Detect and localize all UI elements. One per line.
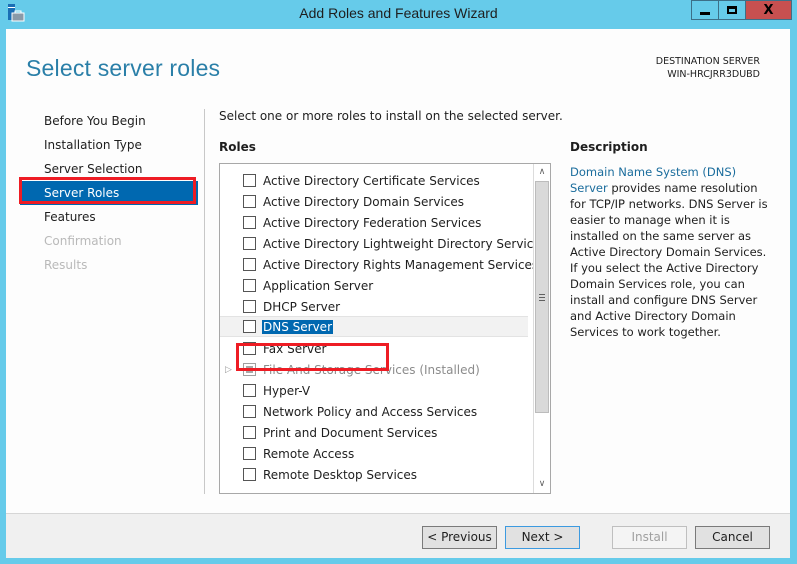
install-button: Install [612,526,687,549]
role-row[interactable]: Active Directory Federation Services [220,212,528,233]
maximize-icon [727,6,737,14]
role-row[interactable]: DHCP Server [220,296,528,317]
wizard-nav: Before You Begin Installation Type Serve… [20,109,198,277]
scroll-down-arrow-icon[interactable]: ∨ [534,476,550,493]
role-row-selected[interactable]: DNS Server [220,316,528,337]
nav-item-installation-type[interactable]: Installation Type [20,133,198,157]
grip-icon [539,293,545,301]
cancel-button[interactable]: Cancel [695,526,770,549]
role-row[interactable]: Application Server [220,275,528,296]
page-title: Select server roles [26,55,221,81]
roles-heading: Roles [219,140,256,154]
role-label: Active Directory Certificate Services [263,173,480,188]
role-row[interactable]: Active Directory Lightweight Directory S… [220,233,547,254]
expand-triangle-icon[interactable]: ▷ [225,365,233,375]
scroll-up-arrow-icon[interactable]: ∧ [534,164,550,181]
role-checkbox[interactable] [243,279,256,292]
role-label: File And Storage Services (Installed) [263,362,480,377]
role-label: Active Directory Domain Services [263,194,465,209]
role-label: Remote Desktop Services [263,467,418,482]
role-checkbox[interactable] [243,342,256,355]
role-row[interactable]: ▷ File And Storage Services (Installed) [220,359,528,380]
destination-server-name: WIN-HRCJRR3DUBD [667,69,760,80]
role-row[interactable]: Fax Server [220,338,528,359]
nav-item-server-roles[interactable]: Server Roles [20,181,198,205]
role-label: Active Directory Federation Services [263,215,482,230]
role-label: Remote Access [263,446,355,461]
previous-button[interactable]: < Previous [422,526,497,549]
destination-label: DESTINATION SERVER [655,56,760,67]
role-checkbox[interactable] [243,468,256,481]
instruction-text: Select one or more roles to install on t… [219,109,563,123]
description-body: provides name resolution for TCP/IP netw… [570,181,768,339]
nav-item-server-selection[interactable]: Server Selection [20,157,198,181]
role-checkbox[interactable] [243,405,256,418]
role-checkbox[interactable] [243,384,256,397]
role-label: Print and Document Services [263,425,438,440]
minimize-icon [700,11,710,15]
role-row[interactable]: Remote Access [220,443,528,464]
next-button[interactable]: Next > [505,526,580,549]
role-checkbox[interactable] [243,195,256,208]
role-label: DNS Server [262,319,333,334]
role-checkbox[interactable] [243,216,256,229]
role-label: Application Server [263,278,374,293]
minimize-button[interactable] [691,0,719,20]
role-row[interactable]: Active Directory Domain Services [220,191,528,212]
role-checkbox-indeterminate [243,363,256,376]
role-checkbox[interactable] [243,300,256,313]
destination-server: DESTINATION SERVER WIN-HRCJRR3DUBD [656,55,760,81]
wizard-window: Select server roles DESTINATION SERVER W… [6,29,790,558]
role-label: Network Policy and Access Services [263,404,478,419]
role-row[interactable]: Print and Document Services [220,422,528,443]
close-icon: X [763,2,774,18]
nav-item-before-you-begin[interactable]: Before You Begin [20,109,198,133]
role-label: Hyper-V [263,383,311,398]
window-title: Add Roles and Features Wizard [299,5,498,21]
roles-list: Active Directory Certificate Services Ac… [219,163,551,494]
title-bar: Add Roles and Features Wizard X [0,0,797,29]
scrollbar-thumb[interactable] [535,181,549,413]
role-label: Fax Server [263,341,327,356]
nav-item-results: Results [44,258,88,272]
role-checkbox[interactable] [243,426,256,439]
role-row[interactable]: Hyper-V [220,380,528,401]
role-row[interactable]: Active Directory Certificate Services [220,170,528,191]
description-heading: Description [570,140,648,154]
role-checkbox[interactable] [243,320,256,333]
nav-item-features[interactable]: Features [20,205,198,229]
role-row[interactable]: Network Policy and Access Services [220,401,528,422]
role-checkbox[interactable] [243,237,256,250]
role-checkbox[interactable] [243,258,256,271]
maximize-button[interactable] [719,0,746,20]
nav-divider [204,109,205,494]
role-checkbox[interactable] [243,174,256,187]
description-text: Domain Name System (DNS) Server provides… [570,164,770,340]
role-row[interactable]: Remote Desktop Services [220,464,528,485]
role-checkbox[interactable] [243,447,256,460]
role-label: Active Directory Lightweight Directory S… [263,236,547,251]
wizard-footer: < Previous Next > Install Cancel [6,513,790,558]
role-label: Active Directory Rights Management Servi… [263,257,539,272]
close-button[interactable]: X [746,0,792,20]
role-label: DHCP Server [263,299,341,314]
role-row[interactable]: Active Directory Rights Management Servi… [220,254,538,275]
nav-item-confirmation: Confirmation [44,234,122,248]
roles-scrollbar[interactable]: ∧ ∨ [533,164,550,493]
